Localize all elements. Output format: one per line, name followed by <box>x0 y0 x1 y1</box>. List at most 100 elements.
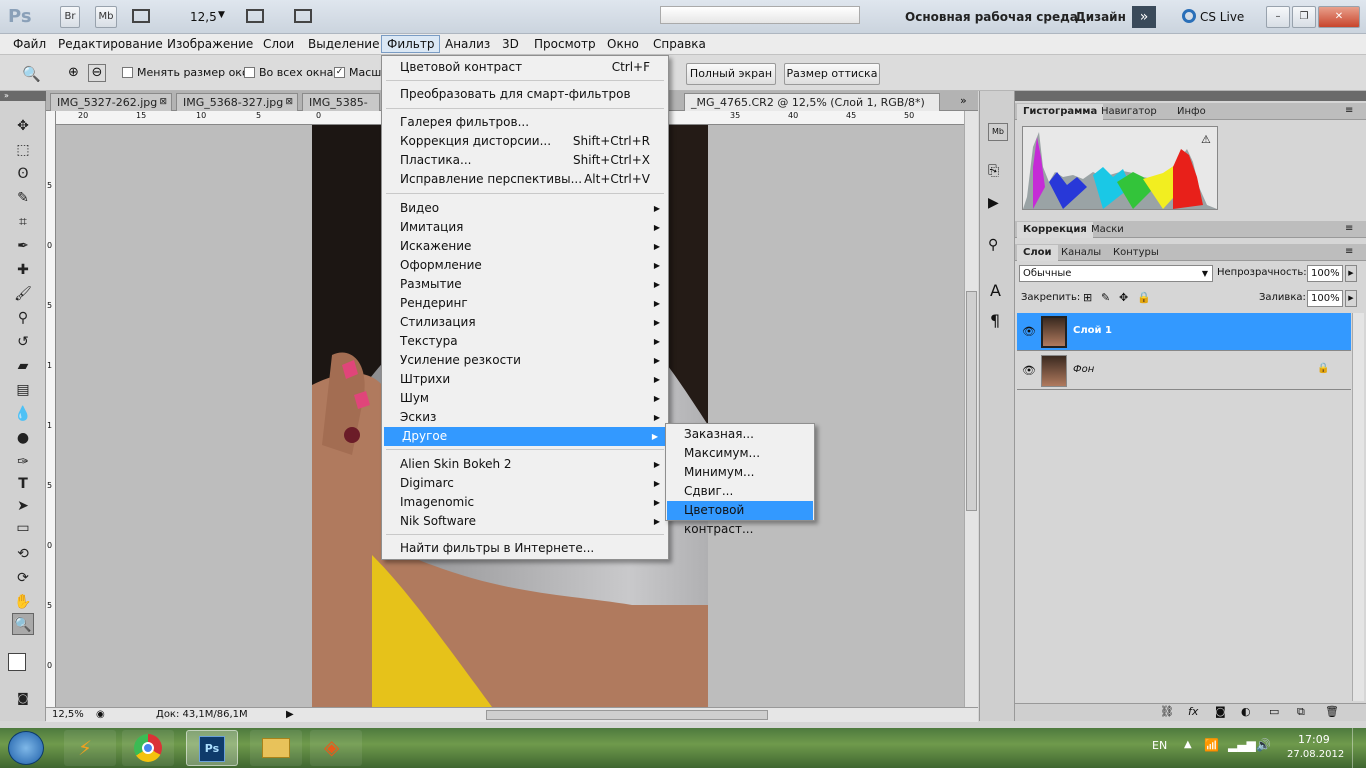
menuitem-lens-correction[interactable]: Коррекция дисторсии... Shift+Ctrl+R <box>382 132 668 151</box>
trash-icon[interactable]: 🗑 <box>1325 705 1339 718</box>
submenu-offset[interactable]: Сдвиг... <box>667 482 813 501</box>
minibridge-button[interactable]: Mb <box>95 6 117 28</box>
horizontal-scroll-thumb[interactable] <box>486 710 768 720</box>
path-selection-tool-icon[interactable]: ➤ <box>12 495 34 517</box>
close-button[interactable]: ✕ <box>1318 6 1360 28</box>
panel-menu-icon[interactable]: ≡ <box>1345 246 1353 257</box>
menuitem-distort[interactable]: Искажение ▶ <box>382 237 668 256</box>
resize-windows-checkbox[interactable] <box>122 67 133 78</box>
lock-paint-icon[interactable]: ✎ <box>1101 291 1110 304</box>
history-brush-tool-icon[interactable]: ↺ <box>12 331 34 353</box>
group-icon[interactable]: ▭ <box>1269 705 1279 718</box>
menu-layer[interactable]: Слои <box>263 37 294 51</box>
menuitem-browse-online[interactable]: Найти фильтры в Интернете... <box>382 539 668 558</box>
zoom-tool-icon[interactable]: 🔍 <box>22 65 41 83</box>
fill-input[interactable]: 100% <box>1307 290 1343 307</box>
lock-position-icon[interactable]: ✥ <box>1119 291 1128 304</box>
status-options-icon[interactable]: ◉ <box>96 709 105 720</box>
tab-histogram[interactable]: Гистограмма <box>1017 104 1104 120</box>
taskbar-explorer[interactable] <box>250 730 302 766</box>
menuitem-other[interactable]: Другое ▶ <box>384 427 666 446</box>
opacity-input[interactable]: 100% <box>1307 265 1343 282</box>
submenu-maximum[interactable]: Максимум... <box>667 444 813 463</box>
layer-name[interactable]: Фон <box>1073 364 1094 375</box>
link-layers-icon[interactable]: ⛓ <box>1160 705 1174 718</box>
pen-tool-icon[interactable]: ✑ <box>12 451 34 473</box>
search-help-field[interactable] <box>660 6 860 24</box>
panel-menu-icon[interactable]: ≡ <box>1345 105 1353 116</box>
menu-view[interactable]: Просмотр <box>534 37 596 51</box>
menu-window[interactable]: Окно <box>607 37 639 51</box>
clone-stamp-tool-icon[interactable]: ⚲ <box>12 307 34 329</box>
layers-scrollbar[interactable] <box>1352 313 1364 701</box>
menuitem-nik-software[interactable]: Nik Software ▶ <box>382 512 668 531</box>
menuitem-convert-smart[interactable]: Преобразовать для смарт-фильтров <box>382 85 668 104</box>
rectangle-tool-icon[interactable]: ▭ <box>12 517 34 539</box>
panel-menu-icon[interactable]: ≡ <box>1345 223 1353 234</box>
tab-img-5327[interactable]: IMG_5327-262.jpg ⊠ <box>50 93 172 111</box>
tab-mg-4765-active[interactable]: _MG_4765.CR2 @ 12,5% (Слой 1, RGB/8*) *⊠ <box>684 93 940 126</box>
menuitem-noise[interactable]: Шум ▶ <box>382 389 668 408</box>
type-tool-icon[interactable]: T <box>12 473 34 495</box>
fill-slider-icon[interactable]: ▶ <box>1345 290 1357 307</box>
show-hidden-icons[interactable]: ▲ <box>1184 739 1192 750</box>
zoom-out-icon[interactable]: ⊖ <box>88 64 106 82</box>
menu-help[interactable]: Справка <box>653 37 706 51</box>
tab-img-5368[interactable]: IMG_5368-327.jpg ⊠ <box>176 93 298 111</box>
cslive-menu[interactable]: CS Live <box>1200 10 1244 24</box>
minimize-button[interactable]: – <box>1266 6 1290 28</box>
all-windows-checkbox[interactable] <box>244 67 255 78</box>
menuitem-stylize[interactable]: Стилизация ▶ <box>382 313 668 332</box>
menuitem-artistic[interactable]: Имитация ▶ <box>382 218 668 237</box>
signal-icon[interactable]: ▂▄▆ <box>1228 738 1256 752</box>
blend-mode-select[interactable]: Обычные ▼ <box>1019 265 1213 282</box>
taskbar-faststone[interactable]: ◈ <box>310 730 362 766</box>
volume-icon[interactable]: 🔊 <box>1256 738 1271 752</box>
lock-all-icon[interactable]: 🔒 <box>1137 291 1151 304</box>
scroll-thumb[interactable] <box>966 291 977 511</box>
start-button[interactable] <box>8 731 44 765</box>
clock-date[interactable]: 27.08.2012 <box>1287 749 1344 760</box>
view-extras-icon[interactable] <box>132 9 150 23</box>
eye-icon[interactable]: 👁 <box>1022 364 1036 377</box>
submenu-high-pass[interactable]: Цветовой контраст... <box>667 501 813 536</box>
adjustment-layer-icon[interactable]: ◐ <box>1241 705 1251 718</box>
clock-time[interactable]: 17:09 <box>1298 733 1330 746</box>
zoom-in-icon[interactable]: ⊕ <box>68 65 79 80</box>
3d-rotate-tool-icon[interactable]: ⟲ <box>12 543 34 565</box>
language-indicator[interactable]: EN <box>1152 739 1167 752</box>
add-mask-icon[interactable]: ◙ <box>1215 705 1226 718</box>
move-tool-icon[interactable]: ✥ <box>12 115 34 137</box>
tab-masks[interactable]: Маски <box>1085 222 1130 238</box>
more-workspaces-icon[interactable]: » <box>1132 6 1156 28</box>
toolbox-collapse-icon[interactable]: » <box>0 91 46 101</box>
quick-selection-tool-icon[interactable]: ✎ <box>12 187 34 209</box>
workspace-main[interactable]: Основная рабочая среда <box>905 10 1078 24</box>
menuitem-liquify[interactable]: Пластика... Shift+Ctrl+X <box>382 151 668 170</box>
menu-filter[interactable]: Фильтр <box>381 35 441 53</box>
close-icon[interactable]: ⊠ <box>285 94 293 111</box>
fx-icon[interactable]: fx <box>1188 705 1198 718</box>
bridge-button[interactable]: Br <box>60 6 80 28</box>
brush-tool-icon[interactable]: 🖌 <box>12 283 34 305</box>
taskbar-photoshop[interactable]: Ps <box>186 730 238 766</box>
tab-paths[interactable]: Контуры <box>1107 245 1165 261</box>
menu-select[interactable]: Выделение <box>308 37 379 51</box>
close-icon[interactable]: ⊠ <box>159 94 167 111</box>
vertical-scrollbar[interactable] <box>964 111 978 707</box>
actions-icon[interactable]: ▶ <box>988 195 999 211</box>
crop-tool-icon[interactable]: ⌗ <box>12 211 34 233</box>
paragraph-icon[interactable]: ¶ <box>990 311 1000 330</box>
minibridge-icon[interactable]: Mb <box>988 123 1008 141</box>
menuitem-brush-strokes[interactable]: Штрихи ▶ <box>382 370 668 389</box>
tab-channels[interactable]: Каналы <box>1055 245 1107 261</box>
lock-transparency-icon[interactable]: ⊞ <box>1083 291 1092 304</box>
menuitem-render[interactable]: Рендеринг ▶ <box>382 294 668 313</box>
fullscreen-button[interactable]: Полный экран <box>686 63 776 85</box>
menu-edit[interactable]: Редактирование <box>58 37 163 51</box>
layer-row-sloy1[interactable]: 👁 Слой 1 <box>1017 313 1351 351</box>
gradient-tool-icon[interactable]: ▤ <box>12 379 34 401</box>
character-icon[interactable]: A <box>990 281 1001 300</box>
chevron-down-icon[interactable]: ▼ <box>218 10 225 20</box>
menuitem-alien-skin[interactable]: Alien Skin Bokeh 2 ▶ <box>382 455 668 474</box>
